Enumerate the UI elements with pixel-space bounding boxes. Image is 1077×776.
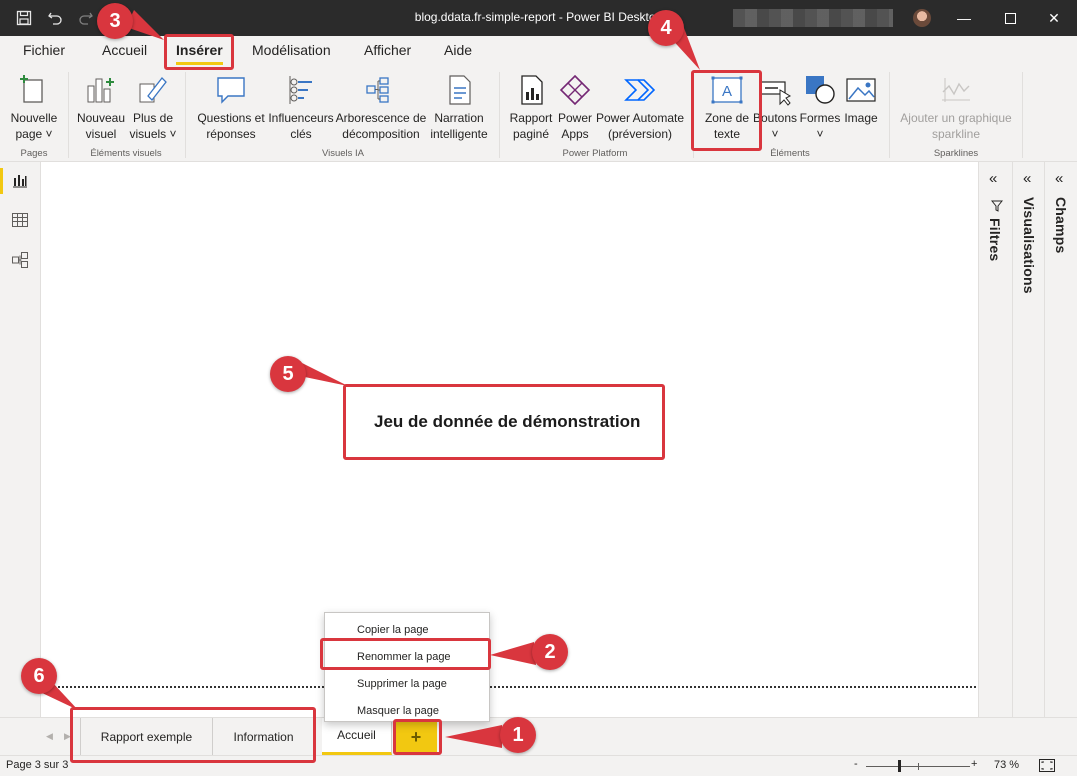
pointer-2 <box>490 642 536 665</box>
annotation-badge-2: 2 <box>532 634 568 670</box>
annotation-badge-6: 6 <box>21 658 57 694</box>
pointer-1 <box>445 725 502 748</box>
annotation-badge-3: 3 <box>97 3 133 39</box>
annotation-badge-4: 4 <box>648 10 684 46</box>
annotation-badge-1: 1 <box>500 717 536 753</box>
annotation-badge-5: 5 <box>270 356 306 392</box>
